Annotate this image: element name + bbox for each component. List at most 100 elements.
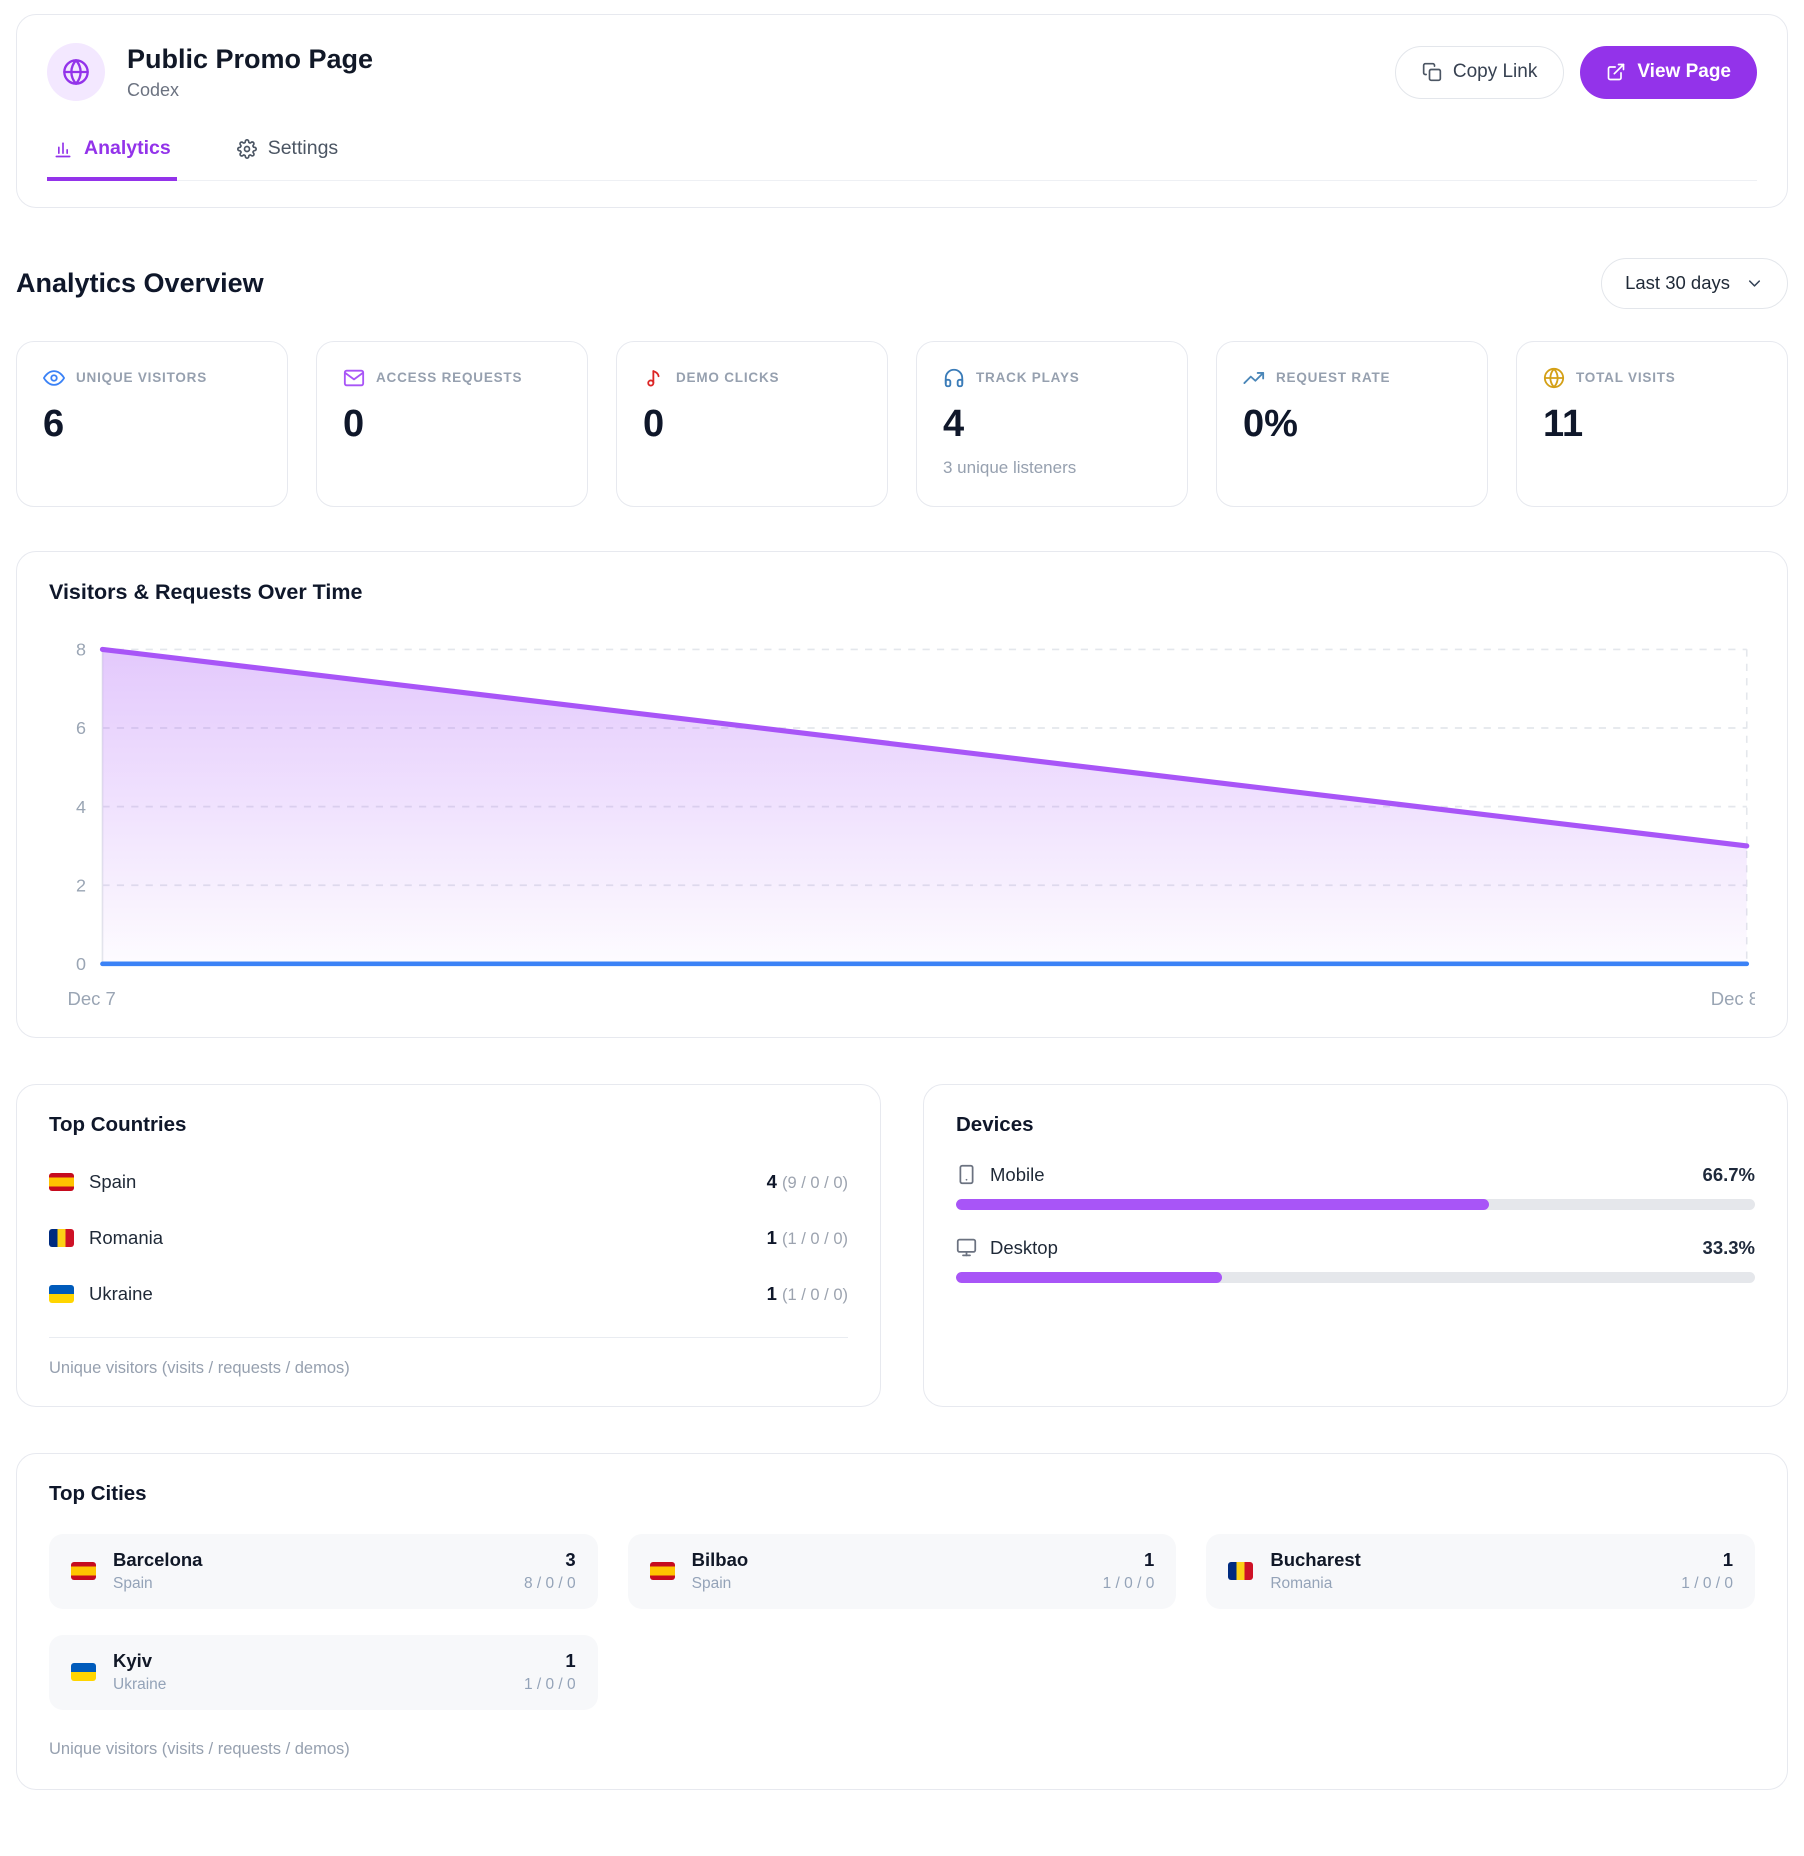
country-count: 4 [767, 1171, 777, 1192]
cities-footnote: Unique visitors (visits / requests / dem… [49, 1740, 1755, 1759]
city-breakdown: 1 / 0 / 0 [524, 1676, 576, 1694]
headphones-icon [943, 367, 965, 389]
stat-label: UNIQUE VISITORS [76, 370, 207, 385]
svg-text:6: 6 [76, 718, 86, 738]
page-header-card: Public Promo Page Codex Copy Link View P… [16, 14, 1788, 208]
romania-flag-icon [1228, 1562, 1253, 1580]
city-breakdown: 1 / 0 / 0 [1681, 1575, 1733, 1593]
top-countries-title: Top Countries [49, 1113, 848, 1137]
tab-bar: Analytics Settings [47, 137, 1757, 181]
country-row: Ukraine 1(1 / 0 / 0) [49, 1283, 848, 1305]
monitor-icon [956, 1237, 977, 1258]
stat-label: ACCESS REQUESTS [376, 370, 522, 385]
gear-icon [237, 139, 257, 159]
date-range-dropdown[interactable]: Last 30 days [1601, 258, 1788, 309]
city-tile: Kyiv Ukraine 1 1 / 0 / 0 [49, 1635, 598, 1710]
stat-label: TRACK PLAYS [976, 370, 1080, 385]
countries-footnote: Unique visitors (visits / requests / dem… [49, 1337, 848, 1378]
copy-link-button[interactable]: Copy Link [1395, 46, 1565, 99]
tab-analytics-label: Analytics [84, 137, 171, 160]
country-breakdown: (9 / 0 / 0) [782, 1174, 848, 1192]
external-link-icon [1606, 62, 1626, 82]
city-tile: Bilbao Spain 1 1 / 0 / 0 [628, 1534, 1177, 1609]
stat-subtext: 3 unique listeners [943, 458, 1161, 478]
stat-label: TOTAL VISITS [1576, 370, 1676, 385]
stat-label: REQUEST RATE [1276, 370, 1390, 385]
device-bar-track [956, 1199, 1755, 1210]
devices-title: Devices [956, 1113, 1755, 1137]
ukraine-flag-icon [49, 1285, 74, 1303]
city-country: Ukraine [113, 1676, 166, 1694]
section-title-analytics-overview: Analytics Overview [16, 268, 264, 299]
page-title: Public Promo Page [127, 44, 373, 75]
city-breakdown: 1 / 0 / 0 [1103, 1575, 1155, 1593]
smartphone-icon [956, 1164, 977, 1185]
svg-text:4: 4 [76, 796, 86, 816]
stat-value: 0 [643, 405, 861, 443]
tab-settings-label: Settings [268, 137, 338, 160]
stat-value: 0 [343, 405, 561, 443]
page-subtitle: Codex [127, 80, 373, 101]
country-row: Romania 1 (1 / 0 / 0) [49, 1227, 848, 1249]
svg-text:8: 8 [76, 639, 86, 659]
device-row-mobile: Mobile 66.7% [956, 1164, 1755, 1210]
bar-chart-icon [53, 139, 73, 159]
country-name: Spain [89, 1171, 136, 1193]
svg-text:2: 2 [76, 875, 86, 895]
city-name: Kyiv [113, 1650, 166, 1672]
device-label: Mobile [990, 1164, 1045, 1186]
stat-value: 11 [1543, 405, 1761, 443]
city-breakdown: 8 / 0 / 0 [524, 1575, 576, 1593]
copy-link-label: Copy Link [1453, 61, 1538, 83]
device-bar-fill [956, 1272, 1222, 1283]
stat-card-total-visits: TOTAL VISITS 11 [1516, 341, 1788, 507]
stat-value: 4 [943, 405, 1161, 443]
city-name: Bilbao [692, 1549, 749, 1571]
spain-flag-icon [650, 1562, 675, 1580]
visitors-requests-chart-card: Visitors & Requests Over Time 02468Dec 7… [16, 551, 1788, 1038]
stat-card-access-requests: ACCESS REQUESTS 0 [316, 341, 588, 507]
device-bar-track [956, 1272, 1755, 1283]
stat-card-demo-clicks: DEMO CLICKS 0 [616, 341, 888, 507]
country-breakdown: (1 / 0 / 0) [782, 1286, 848, 1304]
device-bar-fill [956, 1199, 1489, 1210]
stat-label: DEMO CLICKS [676, 370, 779, 385]
device-percent: 66.7% [1703, 1164, 1755, 1186]
city-country: Romania [1270, 1575, 1360, 1593]
view-page-button[interactable]: View Page [1580, 46, 1757, 99]
stats-row: UNIQUE VISITORS 6 ACCESS REQUESTS 0 DEMO… [16, 341, 1788, 507]
device-row-desktop: Desktop 33.3% [956, 1237, 1755, 1283]
stat-card-unique-visitors: UNIQUE VISITORS 6 [16, 341, 288, 507]
city-tile: Barcelona Spain 3 8 / 0 / 0 [49, 1534, 598, 1609]
country-breakdown: (1 / 0 / 0) [782, 1230, 848, 1248]
avatar [47, 43, 105, 101]
top-countries-card: Top Countries Spain 4 (9 / 0 / 0) Romania… [16, 1084, 881, 1407]
top-cities-card: Top Cities Barcelona Spain 3 8 / 0 / 0 B… [16, 1453, 1788, 1790]
device-percent: 33.3% [1703, 1237, 1755, 1259]
devices-card: Devices Mobile 66.7% Desktop 33.3% [923, 1084, 1788, 1407]
visitors-requests-chart: 02468Dec 7Dec 8 [49, 635, 1755, 1013]
tab-analytics[interactable]: Analytics [47, 137, 177, 181]
copy-icon [1422, 62, 1442, 82]
city-country: Spain [113, 1575, 202, 1593]
eye-icon [43, 367, 65, 389]
city-count: 1 [524, 1650, 576, 1672]
country-count: 1 [767, 1227, 777, 1248]
music-note-icon [643, 367, 665, 389]
country-name: Romania [89, 1227, 163, 1249]
country-row: Spain 4 (9 / 0 / 0) [49, 1171, 848, 1193]
globe-icon [1543, 367, 1565, 389]
country-name: Ukraine [89, 1283, 153, 1305]
tab-settings[interactable]: Settings [231, 137, 344, 181]
mail-icon [343, 367, 365, 389]
stat-value: 6 [43, 405, 261, 443]
city-count: 1 [1681, 1549, 1733, 1571]
top-cities-title: Top Cities [49, 1482, 1755, 1506]
chevron-down-icon [1745, 274, 1764, 293]
trending-up-icon [1243, 367, 1265, 389]
stat-card-request-rate: REQUEST RATE 0% [1216, 341, 1488, 507]
city-name: Barcelona [113, 1549, 202, 1571]
view-page-label: View Page [1637, 61, 1731, 83]
globe-icon [62, 58, 90, 86]
stat-card-track-plays: TRACK PLAYS 4 3 unique listeners [916, 341, 1188, 507]
